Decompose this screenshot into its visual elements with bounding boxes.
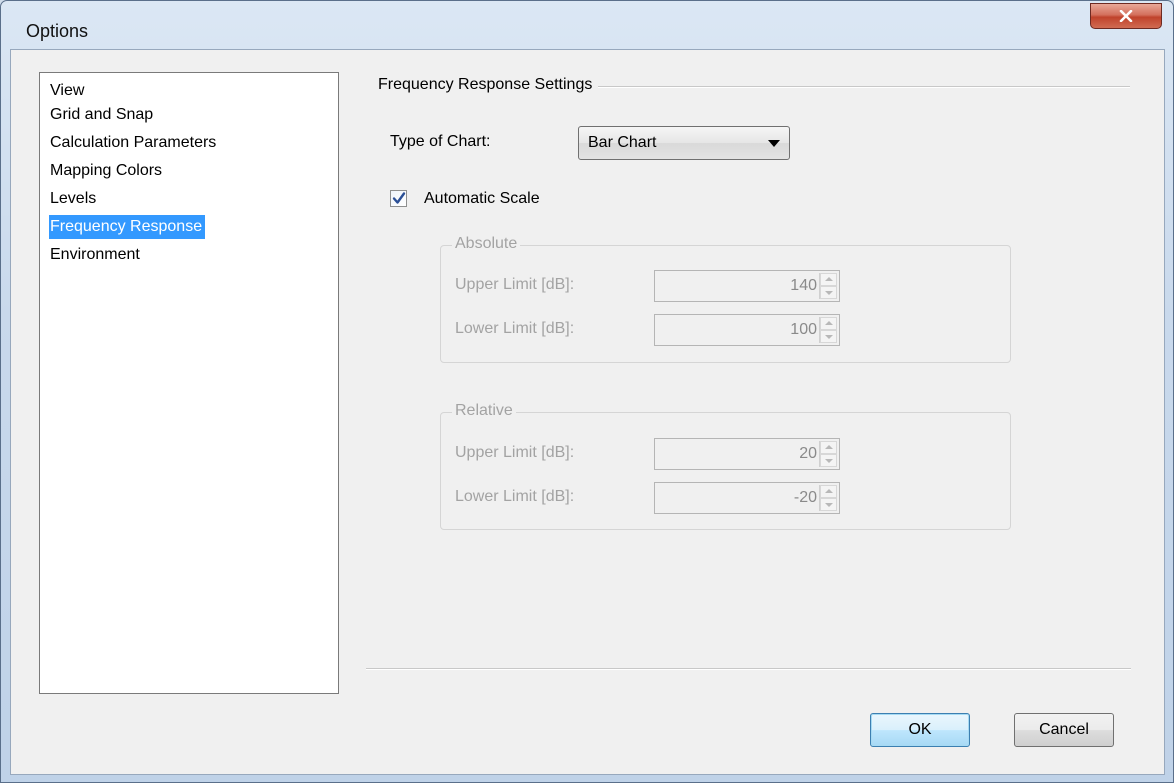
arrow-down-icon [825, 503, 833, 507]
nav-item-grid-and-snap[interactable]: Grid and Snap [49, 103, 156, 127]
relative-lower-limit-label: Lower Limit [dB]: [455, 488, 575, 505]
nav-item-calculation-parameters[interactable]: Calculation Parameters [49, 131, 219, 155]
arrow-down-icon [825, 459, 833, 463]
nav-item-view[interactable]: View [49, 79, 87, 103]
absolute-upper-limit-label: Upper Limit [dB]: [455, 276, 575, 293]
checkmark-icon [392, 192, 406, 204]
spin-buttons [819, 485, 837, 511]
nav-item-environment[interactable]: Environment [49, 243, 143, 267]
relative-upper-limit-spinner[interactable]: 20 [654, 438, 840, 470]
button-separator [366, 668, 1131, 670]
spin-down-button[interactable] [820, 454, 837, 467]
automatic-scale-checkbox[interactable] [390, 190, 407, 207]
spin-buttons [819, 273, 837, 299]
arrow-down-icon [825, 291, 833, 295]
relative-legend: Relative [452, 402, 516, 420]
spin-down-button[interactable] [820, 330, 837, 343]
chart-type-label: Type of Chart: [390, 133, 491, 150]
arrow-up-icon [825, 445, 833, 449]
nav-item-mapping-colors[interactable]: Mapping Colors [49, 159, 165, 183]
spin-down-button[interactable] [820, 286, 837, 299]
spin-up-button[interactable] [820, 317, 837, 330]
absolute-upper-limit-value: 140 [790, 277, 817, 294]
nav-item-frequency-response[interactable]: Frequency Response [49, 215, 206, 239]
group-title: Frequency Response Settings [378, 76, 599, 94]
automatic-scale-label[interactable]: Automatic Scale [424, 190, 540, 208]
relative-lower-limit-spinner[interactable]: -20 [654, 482, 840, 514]
absolute-legend: Absolute [452, 235, 521, 253]
close-button[interactable] [1090, 3, 1162, 29]
window-title: Options [26, 21, 89, 41]
spin-down-button[interactable] [820, 498, 837, 511]
relative-lower-limit-value: -20 [793, 489, 817, 506]
close-icon [1119, 10, 1133, 22]
arrow-up-icon [825, 321, 833, 325]
spin-up-button[interactable] [820, 485, 837, 498]
chart-type-value: Bar Chart [588, 134, 657, 151]
spin-buttons [819, 441, 837, 467]
arrow-up-icon [825, 277, 833, 281]
spin-up-button[interactable] [820, 441, 837, 454]
nav-item-levels[interactable]: Levels [49, 187, 99, 211]
dialog-client-area: View Grid and Snap Calculation Parameter… [10, 49, 1165, 775]
relative-upper-limit-label: Upper Limit [dB]: [455, 444, 575, 461]
absolute-upper-limit-spinner[interactable]: 140 [654, 270, 840, 302]
spin-buttons [819, 317, 837, 343]
absolute-lower-limit-label: Lower Limit [dB]: [455, 320, 575, 337]
absolute-lower-limit-spinner[interactable]: 100 [654, 314, 840, 346]
chevron-down-icon [768, 140, 780, 147]
absolute-lower-limit-value: 100 [790, 321, 817, 338]
options-dialog: Options View Grid and Snap Calculation P… [0, 0, 1174, 783]
cancel-button[interactable]: Cancel [1014, 713, 1114, 747]
arrow-down-icon [825, 335, 833, 339]
arrow-up-icon [825, 489, 833, 493]
spin-up-button[interactable] [820, 273, 837, 286]
relative-upper-limit-value: 20 [799, 445, 817, 462]
options-category-list[interactable]: View Grid and Snap Calculation Parameter… [39, 72, 339, 694]
chart-type-dropdown[interactable]: Bar Chart [578, 126, 790, 160]
ok-button[interactable]: OK [870, 713, 970, 747]
